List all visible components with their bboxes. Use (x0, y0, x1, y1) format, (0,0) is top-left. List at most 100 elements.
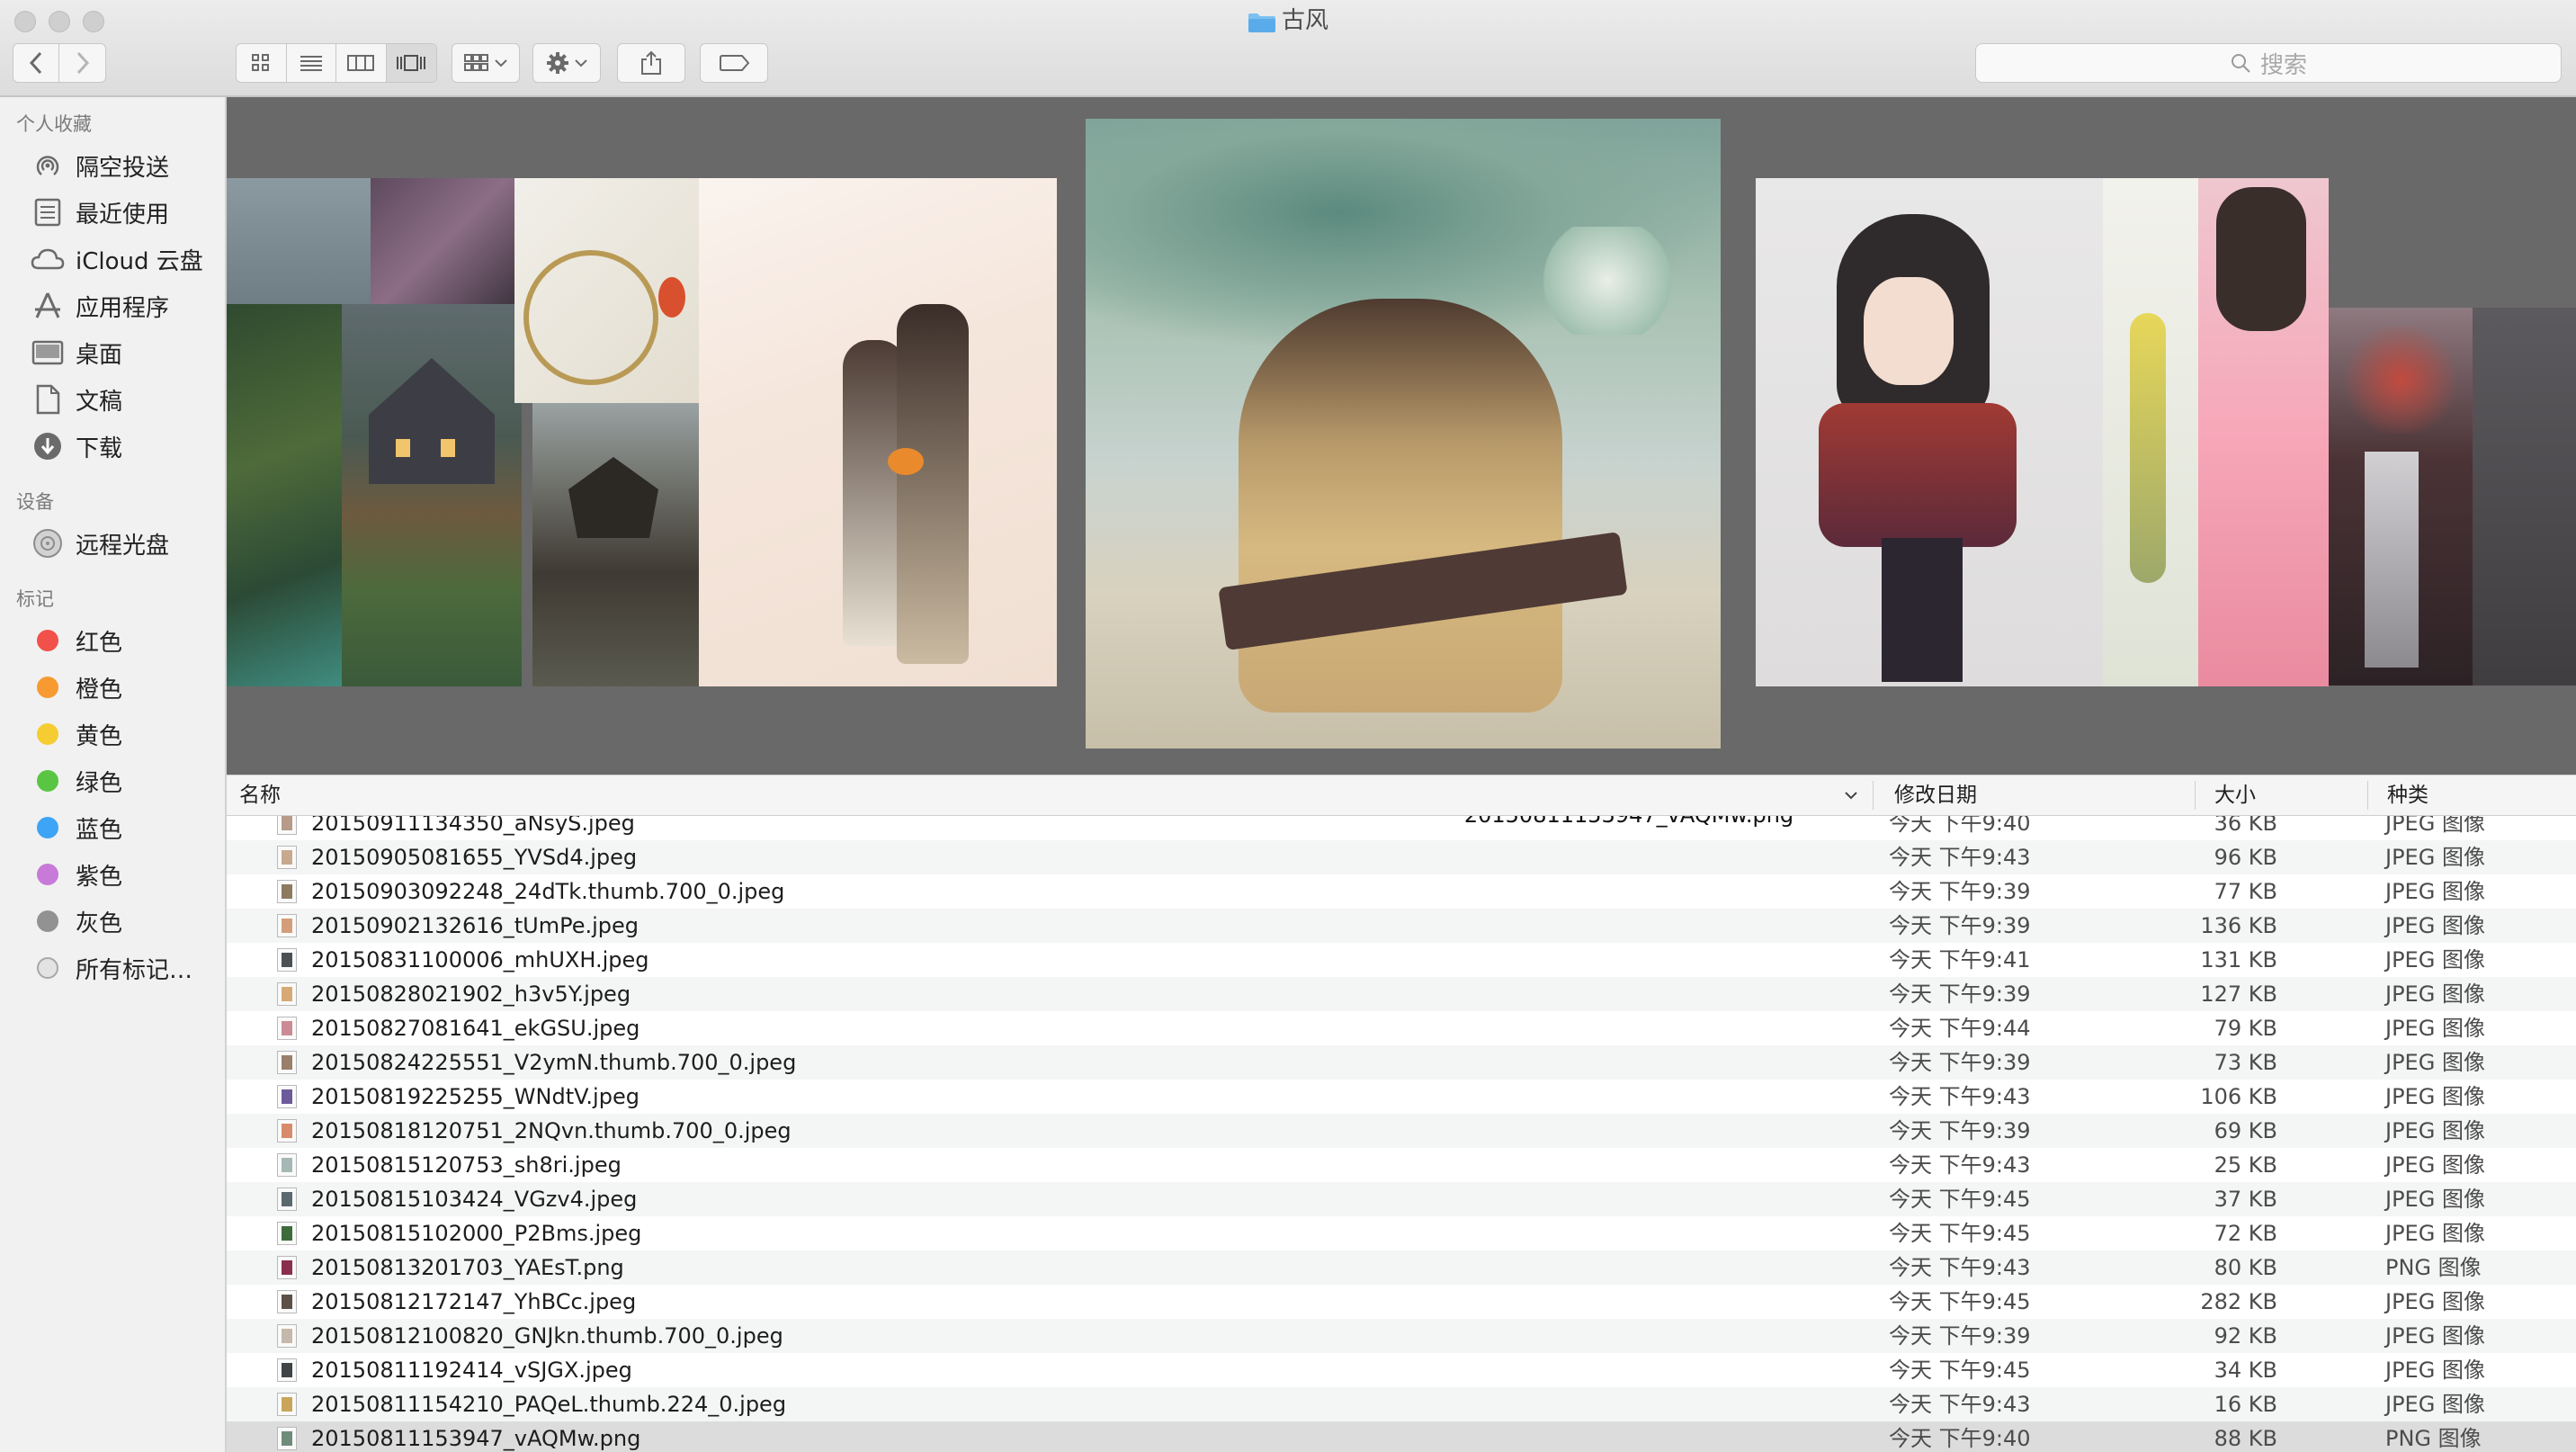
sidebar-tag-blue[interactable]: 蓝色 (0, 804, 225, 851)
file-size: 282 KB (2200, 1289, 2277, 1314)
file-thumbnail-icon (277, 1427, 297, 1450)
tag-icon (720, 55, 749, 71)
column-header-size[interactable]: 大小 (2214, 775, 2256, 815)
file-thumbnail-icon (277, 880, 297, 903)
cover-thumbnail[interactable] (532, 403, 699, 686)
file-row[interactable]: 20150824225551_V2ymN.thumb.700_0.jpeg 今天 … (227, 1045, 2576, 1080)
file-row[interactable]: 20150815102000_P2Bms.jpeg 今天 下午9:45 72 KB J… (227, 1216, 2576, 1250)
sidebar-item-icloud[interactable]: iCloud 云盘 (0, 236, 225, 282)
sidebar-tag-red[interactable]: 红色 (0, 617, 225, 664)
tags-button[interactable] (700, 43, 768, 83)
cover-thumbnail[interactable] (699, 178, 1057, 686)
file-row[interactable]: 20150905081655_YVSd4.jpeg 今天 下午9:43 96 KB J… (227, 840, 2576, 874)
file-modified-date: 今天 下午9:45 (1889, 1221, 2031, 1246)
file-row[interactable]: 20150902132616_tUmPe.jpeg 今天 下午9:39 136 KB… (227, 909, 2576, 943)
airdrop-icon (31, 148, 65, 183)
cover-thumbnail[interactable] (342, 304, 522, 686)
action-button[interactable] (532, 43, 601, 83)
cover-thumbnail[interactable] (2329, 308, 2473, 686)
file-modified-date: 今天 下午9:43 (1889, 1255, 2031, 1280)
sidebar-tag-yellow[interactable]: 黄色 (0, 711, 225, 757)
file-row[interactable]: 20150811192414_vSJGX.jpeg 今天 下午9:45 34 KB J… (227, 1353, 2576, 1387)
sidebar-item-label: iCloud 云盘 (76, 247, 203, 275)
sidebar-item-downloads[interactable]: 下载 (0, 423, 225, 470)
file-kind: JPEG 图像 (2385, 1050, 2485, 1075)
file-row[interactable]: 20150827081641_ekGSU.jpeg 今天 下午9:44 79 KB J… (227, 1011, 2576, 1045)
cover-thumbnail[interactable] (227, 304, 342, 686)
column-name-label: 名称 (239, 784, 281, 807)
cover-thumbnail[interactable] (2473, 308, 2576, 686)
file-size: 72 KB (2214, 1221, 2277, 1246)
file-row[interactable]: 20150815120753_sh8ri.jpeg 今天 下午9:43 25 KB J… (227, 1148, 2576, 1182)
file-row[interactable]: 20150811153947_vAQMw.png 今天 下午9:40 88 KB PN… (227, 1421, 2576, 1452)
icon-view-button[interactable] (237, 44, 287, 82)
sidebar-item-label: 红色 (76, 629, 123, 657)
list-view-button[interactable] (287, 44, 336, 82)
file-row[interactable]: 20150911134350_aNsyS.jpeg 今天 下午9:40 36 KB J… (227, 816, 2576, 840)
file-size: 73 KB (2214, 1050, 2277, 1075)
share-button[interactable] (617, 43, 685, 83)
file-row[interactable]: 20150812100820_GNJkn.thumb.700_0.jpeg 今天 … (227, 1319, 2576, 1353)
file-list: 20150911134350_aNsyS.jpeg 今天 下午9:40 36 KB J… (227, 816, 2576, 1452)
sidebar-item-label: 桌面 (76, 341, 123, 369)
sidebar-tag-purple[interactable]: 紫色 (0, 851, 225, 898)
file-kind: JPEG 图像 (2385, 1221, 2485, 1246)
sidebar-tag-orange[interactable]: 橙色 (0, 664, 225, 711)
file-thumbnail-icon (277, 1153, 297, 1177)
cover-thumbnail[interactable] (514, 178, 699, 403)
back-button[interactable] (13, 44, 60, 82)
sidebar-item-documents[interactable]: 文稿 (0, 376, 225, 423)
file-name: 20150815120753_sh8ri.jpeg (311, 1152, 622, 1178)
file-name: 20150811153947_vAQMw.png (311, 1426, 641, 1451)
file-row[interactable]: 20150818120751_2NQvn.thumb.700_0.jpeg 今天 … (227, 1114, 2576, 1148)
sidebar-item-applications[interactable]: 应用程序 (0, 282, 225, 329)
green-tag-dot-icon (31, 764, 65, 798)
cover-selected[interactable] (1086, 119, 1721, 748)
search-field[interactable]: 搜索 (1975, 43, 2562, 83)
file-row[interactable]: 20150811154210_PAQeL.thumb.224_0.jpeg 今天 … (227, 1387, 2576, 1421)
forward-button[interactable] (59, 44, 105, 82)
file-row[interactable]: 20150831100006_mhUXH.jpeg 今天 下午9:41 131 KB… (227, 943, 2576, 977)
cover-thumbnail[interactable] (1756, 178, 2103, 686)
cover-thumbnail[interactable] (2198, 178, 2329, 686)
file-thumbnail-icon (277, 816, 297, 835)
column-header-date[interactable]: 修改日期 (1894, 775, 1977, 815)
sidebar-item-remote-disc[interactable]: 远程光盘 (0, 520, 225, 567)
file-thumbnail-icon (277, 1290, 297, 1313)
column-header-name[interactable]: 名称 (239, 775, 1858, 815)
sidebar-item-label: 应用程序 (76, 294, 170, 322)
cover-flow-viewer[interactable]: 20150811153947_vAQMw.png (227, 97, 2576, 835)
file-name: 20150811154210_PAQeL.thumb.224_0.jpeg (311, 1392, 787, 1417)
file-kind: JPEG 图像 (2385, 981, 2485, 1007)
file-size: 92 KB (2214, 1323, 2277, 1349)
file-row[interactable]: 20150813201703_YAEsT.png 今天 下午9:43 80 KB PN… (227, 1250, 2576, 1285)
sidebar-tag-gray[interactable]: 灰色 (0, 898, 225, 945)
remote-disc-icon (31, 526, 65, 560)
file-name: 20150824225551_V2ymN.thumb.700_0.jpeg (311, 1050, 797, 1075)
cover-thumbnail[interactable] (227, 178, 371, 304)
file-row[interactable]: 20150815103424_VGzv4.jpeg 今天 下午9:45 37 KB J… (227, 1182, 2576, 1216)
file-size: 36 KB (2214, 816, 2277, 836)
sidebar-item-desktop[interactable]: 桌面 (0, 329, 225, 376)
column-header-kind[interactable]: 种类 (2387, 775, 2428, 815)
file-thumbnail-icon (277, 982, 297, 1006)
file-thumbnail-icon (277, 1119, 297, 1143)
file-thumbnail-icon (277, 1393, 297, 1416)
sidebar-all-tags[interactable]: 所有标记… (0, 945, 225, 991)
cover-thumbnail[interactable] (2103, 178, 2198, 686)
file-row[interactable]: 20150828021902_h3v5Y.jpeg 今天 下午9:39 127 KB… (227, 977, 2576, 1011)
arrange-button[interactable] (452, 43, 520, 83)
file-row[interactable]: 20150819225255_WNdtV.jpeg 今天 下午9:43 106 KB… (227, 1080, 2576, 1114)
file-row[interactable]: 20150812172147_YhBCc.jpeg 今天 下午9:45 282 KB… (227, 1285, 2576, 1319)
sidebar-item-airdrop[interactable]: 隔空投送 (0, 142, 225, 189)
file-kind: JPEG 图像 (2385, 1152, 2485, 1178)
cover-thumbnail[interactable] (371, 178, 519, 304)
sidebar-item-recents[interactable]: 最近使用 (0, 189, 225, 236)
file-thumbnail-icon (277, 948, 297, 972)
file-row[interactable]: 20150903092248_24dTk.thumb.700_0.jpeg 今天 … (227, 874, 2576, 909)
cover-flow-view-button[interactable] (386, 44, 436, 82)
column-view-button[interactable] (336, 44, 387, 82)
file-thumbnail-icon (277, 1085, 297, 1108)
column-divider (2195, 781, 2196, 810)
sidebar-tag-green[interactable]: 绿色 (0, 757, 225, 804)
